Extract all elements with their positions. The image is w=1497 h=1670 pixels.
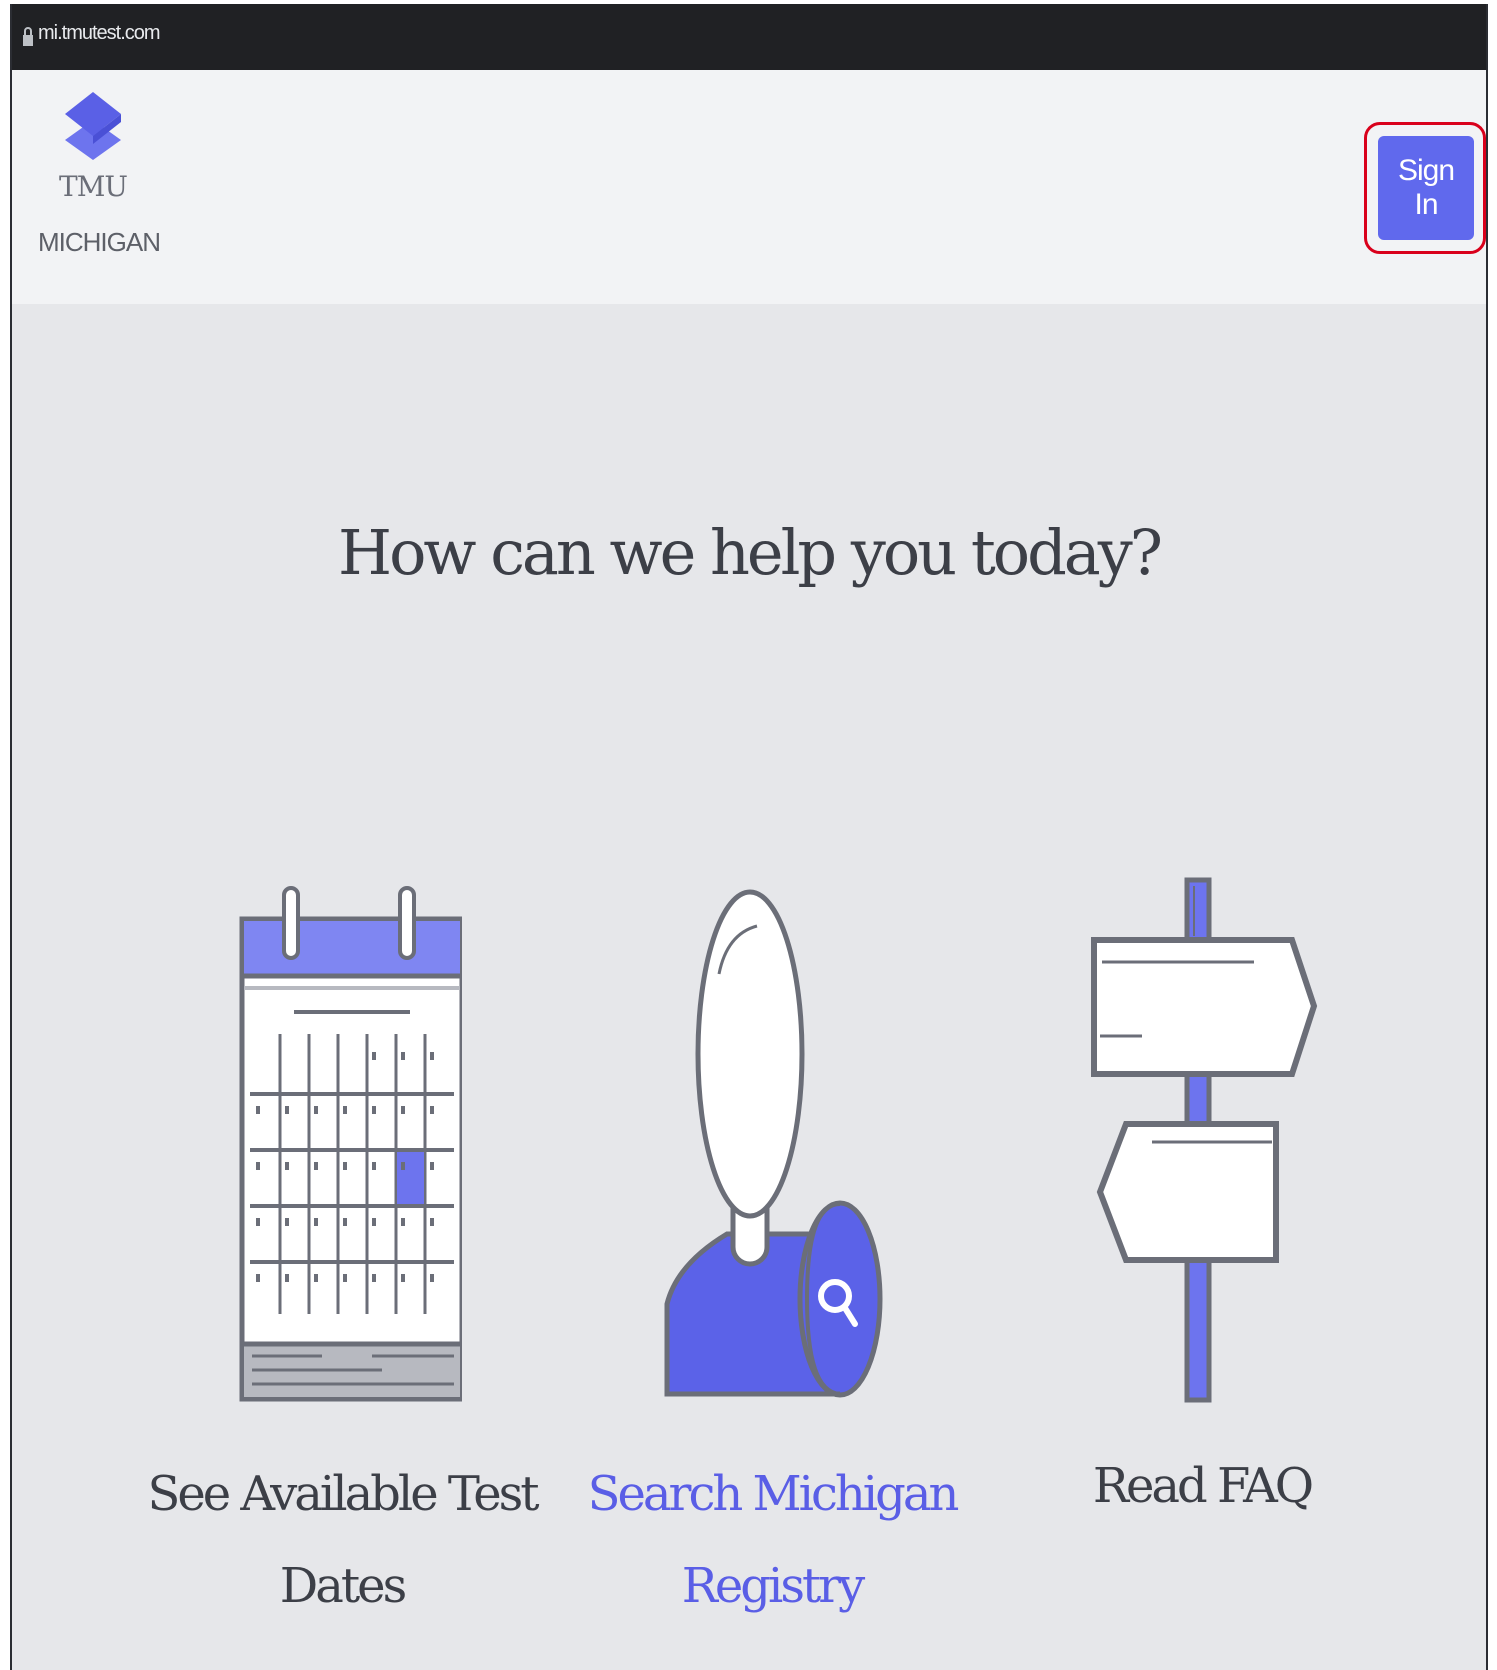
sign-in-button[interactable]: Sign In	[1378, 136, 1474, 240]
site-header: TMU MICHIGAN Sign In	[12, 70, 1486, 304]
address-bar[interactable]: mi.tmutest.com	[12, 4, 1486, 70]
option-label-line2: Dates	[279, 1558, 407, 1614]
site-logo[interactable]: TMU MICHIGAN	[38, 92, 161, 258]
lock-icon	[23, 27, 33, 46]
signpost-icon	[1091, 877, 1318, 1403]
logo-diamond-icon	[65, 92, 121, 160]
option-label-line1: See Available Test	[147, 1466, 539, 1522]
option-label-line1: Read FAQ	[1092, 1458, 1314, 1514]
person-search-icon	[664, 889, 883, 1398]
browser-window: mi.tmutest.com TMU MICHIGAN Sign In How …	[10, 4, 1488, 1670]
option-see-test-dates[interactable]: See Available Test Dates	[142, 884, 542, 1632]
option-read-faq[interactable]: Read FAQ	[1002, 876, 1402, 1532]
option-search-registry[interactable]: Search Michigan Registry	[572, 884, 972, 1632]
logo-title: TMU	[59, 170, 128, 203]
option-label-line2[interactable]: Registry	[572, 1540, 972, 1632]
logo-subtitle: MICHIGAN	[38, 227, 161, 257]
page-headline: How can we help you today?	[338, 516, 1163, 589]
address-bar-url[interactable]: mi.tmutest.com	[38, 22, 161, 45]
calendar-icon	[239, 886, 462, 1402]
option-label-line1[interactable]: Search Michigan	[572, 1448, 972, 1540]
